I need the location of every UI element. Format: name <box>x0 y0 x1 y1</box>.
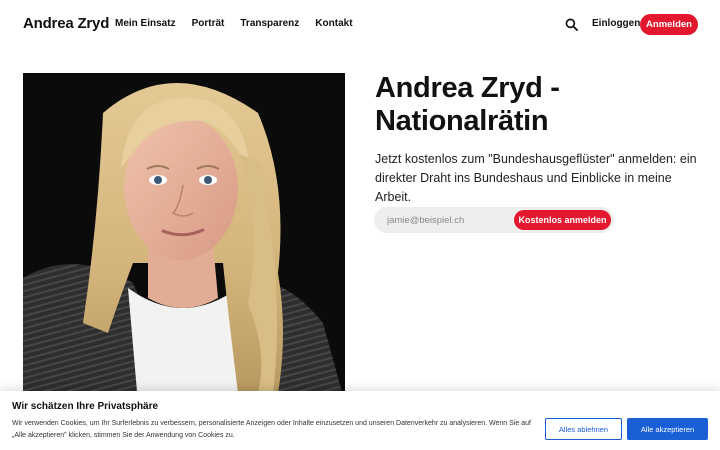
email-field[interactable] <box>387 207 507 233</box>
search-icon[interactable] <box>565 18 578 31</box>
cookie-text: Wir verwenden Cookies, um Ihr Surferlebn… <box>12 420 531 439</box>
signup-button[interactable]: Anmelden <box>640 14 698 35</box>
cookie-banner: Wir schätzen Ihre Privatsphäre Wir verwe… <box>0 391 720 450</box>
hero-subtitle: Jetzt kostenlos zum "Bundeshausgeflüster… <box>375 152 697 204</box>
main-nav: Mein Einsatz Porträt Transparenz Kontakt <box>115 18 353 29</box>
nav-item-transparenz[interactable]: Transparenz <box>240 18 299 29</box>
nav-item-mein-einsatz[interactable]: Mein Einsatz <box>115 18 176 29</box>
reject-all-button[interactable]: Alles ablehnen <box>545 418 622 440</box>
site-brand[interactable]: Andrea Zryd <box>23 15 109 32</box>
portrait-photo <box>23 73 345 403</box>
newsletter-submit-button[interactable]: Kostenlos anmelden <box>514 210 611 230</box>
page-title: Andrea Zryd - Nationalrätin <box>375 72 560 137</box>
nav-item-portraet[interactable]: Porträt <box>192 18 225 29</box>
cookie-title: Wir schätzen Ihre Privatsphäre <box>12 401 159 412</box>
portrait-illustration <box>23 73 345 403</box>
accept-all-button[interactable]: Alle akzeptieren <box>627 418 708 440</box>
login-link[interactable]: Einloggen <box>592 18 640 29</box>
nav-item-kontakt[interactable]: Kontakt <box>315 18 352 29</box>
newsletter-form: Kostenlos anmelden <box>374 207 614 233</box>
site-header: Andrea Zryd Mein Einsatz Porträt Transpa… <box>0 0 720 50</box>
